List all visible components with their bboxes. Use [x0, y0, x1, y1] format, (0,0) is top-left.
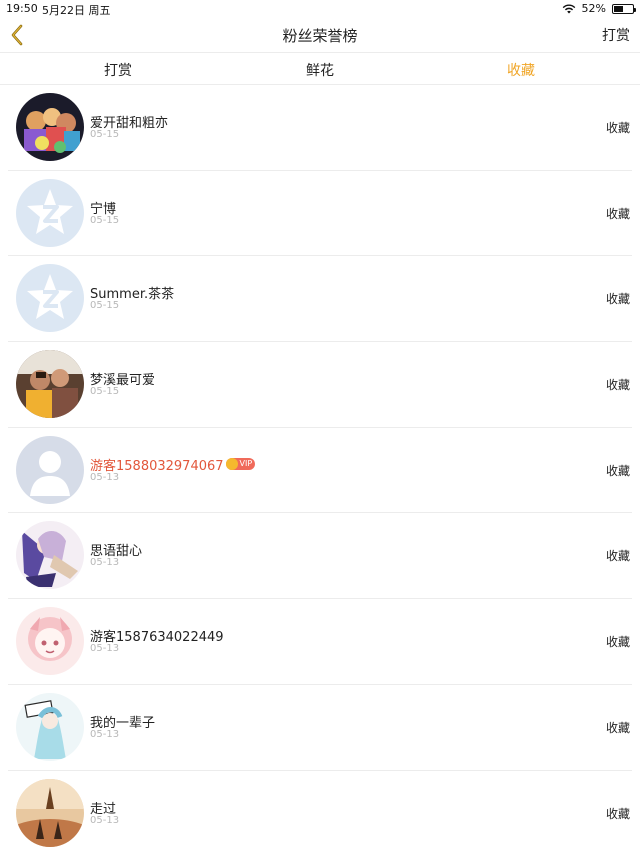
favorite-button[interactable]: 收藏 — [606, 633, 630, 650]
list-item[interactable]: 思语甜心 05-13 收藏 — [8, 513, 632, 600]
fan-list: 爱开甜和粗亦 05-15 收藏 宁博 05-15 收藏 Summer.茶茶 05… — [0, 85, 640, 853]
list-item[interactable]: Summer.茶茶 05-15 收藏 — [8, 256, 632, 343]
status-right: 52% — [562, 2, 636, 15]
tab-reward[interactable]: 打赏 — [104, 60, 132, 80]
favorite-button[interactable]: 收藏 — [606, 205, 630, 222]
avatar — [16, 607, 84, 676]
person-default-avatar — [16, 435, 84, 504]
avatar — [16, 93, 84, 161]
favorite-button[interactable]: 收藏 — [606, 462, 630, 479]
avatar — [16, 692, 84, 761]
list-item[interactable]: 我的一辈子 05-13 收藏 — [8, 685, 632, 771]
status-time: 19:50 — [6, 2, 38, 15]
status-date: 5月22日 周五 — [42, 4, 111, 17]
avatar — [16, 521, 84, 590]
fan-date: 05-15 — [90, 386, 120, 398]
fan-date: 05-13 — [90, 728, 120, 740]
fan-date: 05-13 — [90, 814, 120, 826]
fan-date: 05-15 — [90, 300, 120, 312]
avatar — [16, 778, 84, 847]
wifi-icon — [562, 4, 575, 13]
list-item[interactable]: 梦溪最可爱 05-15 收藏 — [8, 342, 632, 428]
favorite-button[interactable]: 收藏 — [606, 376, 630, 393]
favorite-button[interactable]: 收藏 — [606, 719, 630, 736]
tab-favorites[interactable]: 收藏 — [507, 60, 535, 80]
qq-default-avatar — [16, 264, 84, 333]
tab-bar: 打赏 鲜花 收藏 — [0, 52, 640, 85]
fan-date: 05-13 — [90, 471, 120, 483]
tab-flowers[interactable]: 鲜花 — [306, 60, 334, 80]
favorite-button[interactable]: 收藏 — [606, 290, 630, 307]
list-item[interactable]: 爱开甜和粗亦 05-15 收藏 — [8, 85, 632, 171]
fan-date: 05-13 — [90, 643, 120, 655]
reward-button[interactable]: 打赏 — [602, 25, 630, 45]
status-bar: 19:50 5月22日 周五 52% — [0, 0, 640, 18]
avatar — [16, 350, 84, 419]
nav-bar: 粉丝荣誉榜 打赏 — [0, 18, 640, 52]
battery-icon — [612, 3, 636, 14]
vip-label: VIP — [239, 459, 253, 469]
vip-badge: VIP — [225, 458, 256, 471]
favorite-button[interactable]: 收藏 — [606, 119, 630, 136]
fan-date: 05-15 — [90, 214, 120, 226]
favorite-button[interactable]: 收藏 — [606, 805, 630, 822]
list-item[interactable]: 游客1587634022449 05-13 收藏 — [8, 599, 632, 685]
fan-date: 05-13 — [90, 557, 120, 569]
list-item[interactable]: 宁博 05-15 收藏 — [8, 171, 632, 257]
list-item[interactable]: 游客1588032974067 VIP 05-13 收藏 — [8, 428, 632, 514]
favorite-button[interactable]: 收藏 — [606, 547, 630, 564]
list-item[interactable]: 走过 05-13 收藏 — [8, 771, 632, 853]
crown-icon — [225, 458, 238, 471]
qq-default-avatar — [16, 178, 84, 247]
page-title: 粉丝荣誉榜 — [282, 27, 358, 45]
battery-percent: 52% — [581, 2, 606, 15]
fan-date: 05-15 — [90, 129, 120, 140]
